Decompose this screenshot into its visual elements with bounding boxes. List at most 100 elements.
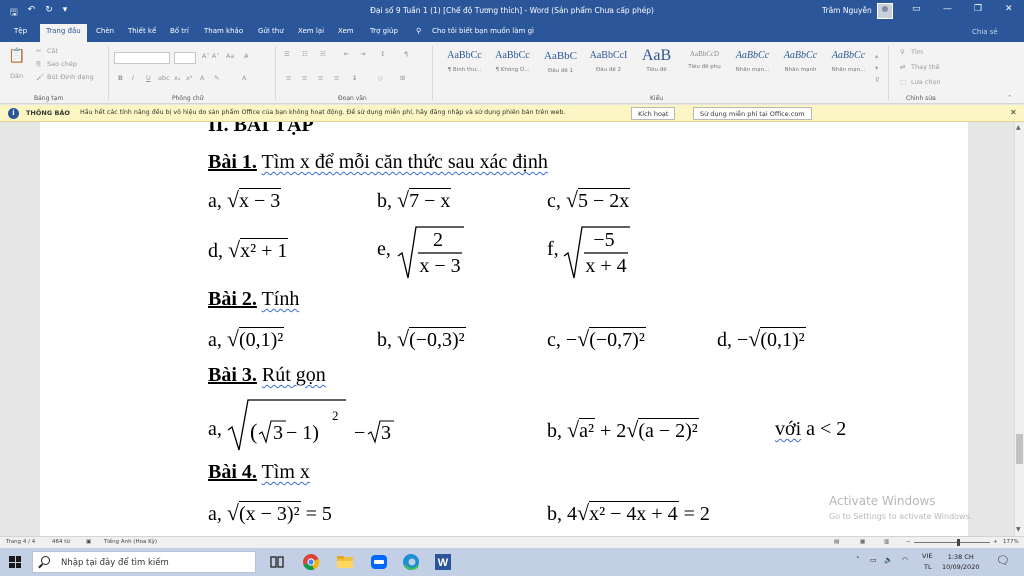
multilevel-list-icon[interactable]: ☵ (320, 50, 326, 58)
ribbon-display-icon[interactable]: ▭ (912, 4, 921, 14)
styles-scroll-down-icon[interactable]: ▾ (875, 64, 878, 72)
change-case-icon[interactable]: Aa (226, 52, 234, 60)
web-layout-icon[interactable]: ▥ (884, 539, 889, 545)
zoom-slider-thumb[interactable] (957, 539, 960, 546)
align-left-icon[interactable]: ≡ (286, 74, 291, 82)
copy-icon[interactable]: ⎘ (36, 60, 41, 69)
select-icon[interactable]: ⬚ (900, 78, 906, 86)
style-subtle-emphasis[interactable]: AaBbCc Nhấn mạn... (730, 50, 775, 84)
style-subtitle[interactable]: AaBbCcD Tiêu đề phụ (682, 50, 727, 84)
borders-icon[interactable]: ⊞ (400, 74, 405, 82)
task-view-icon[interactable] (268, 553, 286, 571)
tab-layout[interactable]: Bố trí (170, 27, 189, 35)
replace-icon[interactable]: ⇄ (900, 63, 905, 71)
scroll-up-icon[interactable]: ▲ (1016, 124, 1021, 131)
copy-button[interactable]: Sao chép (47, 60, 77, 68)
activate-button[interactable]: Kích hoạt (631, 107, 676, 120)
document-page[interactable]: II. BÀI TẬP Bài 1. Tìm x để mỗi căn thức… (40, 122, 968, 536)
close-icon[interactable]: ✕ (1005, 4, 1013, 14)
format-painter-button[interactable]: Bút Định dạng (47, 73, 94, 81)
tab-help[interactable]: Trợ giúp (370, 27, 398, 35)
word-count[interactable]: 464 từ (52, 539, 70, 545)
style-intense-emphasis[interactable]: AaBbCc Nhấn mạn... (826, 50, 871, 84)
word-taskbar-icon[interactable]: W (434, 553, 452, 571)
battery-icon[interactable]: ▭ (870, 556, 877, 564)
grow-font-icon[interactable]: A˄ A˅ (202, 52, 219, 60)
sort-icon[interactable]: ↕ (380, 50, 385, 58)
tell-me-box[interactable]: Cho tôi biết bạn muốn làm gì (432, 27, 534, 35)
volume-icon[interactable]: 🔈 (884, 556, 893, 564)
zoom-out-icon[interactable]: − (906, 539, 911, 545)
restore-icon[interactable]: ❐ (974, 4, 982, 14)
bold-icon[interactable]: B (118, 74, 123, 82)
pilcrow-icon[interactable]: ¶ (404, 50, 408, 58)
notifications-icon[interactable]: 🗨 (996, 554, 1010, 567)
show-hidden-icons-icon[interactable]: ˄ (856, 556, 860, 564)
file-explorer-icon[interactable] (336, 553, 354, 571)
style-no-spacing[interactable]: AaBbCc ¶ Không D... (490, 50, 535, 84)
user-name[interactable]: Trâm Nguyễn (822, 6, 872, 15)
scroll-thumb[interactable] (1016, 434, 1023, 464)
style-title[interactable]: AaB Tiêu đề (634, 47, 679, 84)
wifi-icon[interactable]: ◠ (902, 556, 908, 564)
collapse-ribbon-icon[interactable]: ˄ (1008, 94, 1011, 102)
tab-references[interactable]: Tham khảo (204, 27, 243, 35)
decrease-indent-icon[interactable]: ⇤ (344, 50, 349, 58)
input-language-mode[interactable]: TL (924, 563, 932, 571)
underline-icon[interactable]: U (146, 74, 151, 82)
font-color-icon[interactable]: A (242, 74, 246, 82)
tab-view[interactable]: Xem (338, 27, 354, 35)
print-layout-icon[interactable]: ▦ (860, 539, 865, 545)
highlight-icon[interactable]: ✎ (214, 74, 219, 82)
justify-icon[interactable]: ≡ (334, 74, 339, 82)
replace-button[interactable]: Thay thế (911, 63, 940, 71)
paste-button[interactable]: Dán (10, 72, 23, 80)
tab-mailings[interactable]: Gửi thư (258, 27, 284, 35)
read-mode-icon[interactable]: ▤ (834, 539, 839, 545)
cut-button[interactable]: Cắt (47, 47, 58, 55)
strikethrough-icon[interactable]: abc (158, 74, 170, 82)
select-button[interactable]: Lựa chọn (911, 78, 941, 86)
edge-icon[interactable] (402, 553, 420, 571)
italic-icon[interactable]: I (132, 74, 134, 82)
scroll-down-icon[interactable]: ▼ (1016, 526, 1021, 533)
taskbar-clock[interactable]: 1:38 CH 10/09/2020 (942, 552, 979, 572)
line-spacing-icon[interactable]: ↨ (352, 74, 357, 82)
tab-design[interactable]: Thiết kế (128, 27, 156, 35)
zalo-icon[interactable] (370, 553, 388, 571)
tab-file[interactable]: Tệp (14, 27, 27, 35)
align-center-icon[interactable]: ≡ (302, 74, 307, 82)
input-language[interactable]: VIE (922, 552, 932, 560)
tab-insert[interactable]: Chèn (96, 27, 114, 35)
format-painter-icon[interactable]: 🖌 (36, 73, 44, 81)
bullets-icon[interactable]: ☰ (284, 50, 290, 58)
close-notification-icon[interactable]: ✕ (1010, 108, 1017, 117)
language-indicator[interactable]: Tiếng Anh (Hoa Kỳ) (104, 539, 157, 545)
style-heading-2[interactable]: AaBbCcI Đầu đề 2 (586, 50, 631, 84)
increase-indent-icon[interactable]: ⇥ (360, 50, 365, 58)
chrome-icon[interactable] (302, 553, 320, 571)
minimize-icon[interactable]: — (943, 4, 952, 14)
paste-icon[interactable]: 📋 (8, 48, 25, 64)
zoom-slider-track[interactable] (914, 542, 990, 543)
cut-icon[interactable]: ✂ (36, 47, 41, 55)
font-name-box[interactable] (114, 52, 170, 64)
proofing-icon[interactable]: ▣ (86, 539, 91, 545)
tab-review[interactable]: Xem lại (298, 27, 324, 35)
subscript-icon[interactable]: x₂ (174, 74, 180, 82)
align-right-icon[interactable]: ≡ (318, 74, 323, 82)
find-icon[interactable]: ⚲ (900, 48, 905, 56)
share-button[interactable]: Chia sẻ (972, 28, 998, 36)
zoom-in-icon[interactable]: + (993, 539, 998, 545)
vertical-scrollbar[interactable]: ▲ ▼ (1014, 122, 1024, 536)
superscript-icon[interactable]: x² (186, 74, 192, 82)
styles-scroll-up-icon[interactable]: ▴ (875, 52, 878, 60)
page-count[interactable]: Trang 4 / 4 (6, 539, 35, 545)
tab-home[interactable]: Trang đầu (40, 24, 87, 42)
taskbar-search-box[interactable]: Nhập tại đây để tìm kiếm (32, 551, 256, 573)
windows-start-icon[interactable] (9, 556, 21, 568)
style-heading-1[interactable]: AaBbC Đầu đề 1 (538, 50, 583, 84)
clear-format-icon[interactable]: A̷ (244, 52, 248, 60)
text-effects-icon[interactable]: A (200, 74, 204, 82)
find-button[interactable]: Tìm (911, 48, 923, 56)
